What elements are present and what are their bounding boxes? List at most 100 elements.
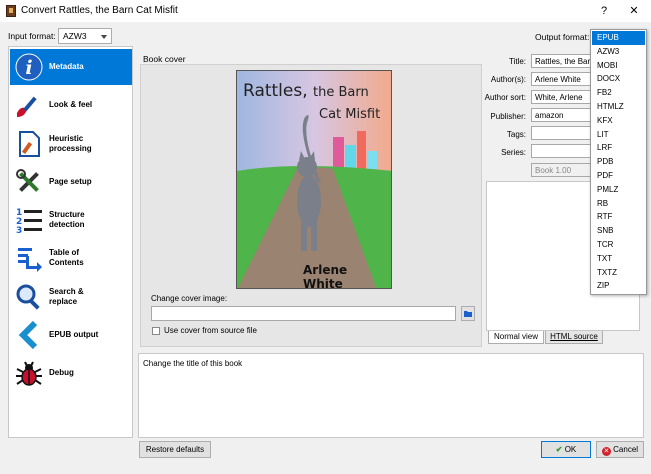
browse-cover-button[interactable] <box>461 306 475 321</box>
input-format-label: Input format: <box>8 31 56 41</box>
book-cover-image[interactable]: Rattles, the Barn Cat Misfit Arlene Whit… <box>236 70 392 289</box>
tab-html-source[interactable]: HTML source <box>545 331 603 344</box>
authors-value: Arlene White <box>535 75 581 84</box>
title-value: Rattles, the Barn <box>535 57 595 66</box>
book-cover-heading: Book cover <box>143 54 186 64</box>
publisher-label: Publisher: <box>490 112 526 121</box>
series-input[interactable] <box>531 144 591 158</box>
sidebar-item-label: Debug <box>49 368 74 377</box>
output-format-option[interactable]: AZW3 <box>592 45 645 59</box>
cancel-label: Cancel <box>613 445 639 454</box>
output-format-option[interactable]: EPUB <box>592 31 645 45</box>
page-setup-icon <box>15 168 43 196</box>
use-source-cover-label: Use cover from source file <box>164 326 257 335</box>
output-format-option[interactable]: LRF <box>592 141 645 155</box>
output-format-option[interactable]: TCR <box>592 238 645 252</box>
sidebar-item-page-setup[interactable]: Page setup <box>10 164 132 200</box>
output-format-option[interactable]: MOBI <box>592 59 645 73</box>
cover-author: Arlene White <box>303 263 348 289</box>
sidebar-item-look-feel[interactable]: Look & feel <box>10 87 132 123</box>
tab-normal-label: Normal view <box>493 332 538 341</box>
output-format-option[interactable]: RTF <box>592 210 645 224</box>
search-icon <box>15 283 43 311</box>
sidebar-item-label: Heuristic processing <box>49 134 92 153</box>
cancel-icon: ✕ <box>601 447 611 456</box>
heuristics-icon <box>15 130 43 158</box>
output-format-option[interactable]: SNB <box>592 224 645 238</box>
sidebar-item-structure[interactable]: 123 Structure detection <box>10 202 132 238</box>
sidebar-item-label: Structure detection <box>49 210 85 229</box>
ok-button[interactable]: ✔ OK <box>541 441 591 458</box>
output-format-option[interactable]: PMLZ <box>592 183 645 197</box>
bug-icon <box>15 359 43 387</box>
ok-label: OK <box>564 445 577 454</box>
author-sort-input[interactable]: White, Arlene <box>531 90 591 104</box>
author-sort-value: White, Arlene <box>535 93 583 102</box>
output-format-option[interactable]: ZIP <box>592 279 645 293</box>
sidebar-item-label: Metadata <box>49 62 84 71</box>
authors-label: Author(s): <box>490 75 526 84</box>
author-sort-label: Author sort: <box>484 93 526 102</box>
paintbrush-icon <box>15 91 43 119</box>
cover-title-line2: Cat Misfit <box>319 107 381 122</box>
title-input[interactable]: Rattles, the Barn <box>531 54 595 68</box>
input-format-select[interactable]: AZW3 <box>58 28 112 44</box>
info-icon: i <box>15 53 43 81</box>
calibre-app-icon <box>6 5 16 17</box>
output-format-option[interactable]: DOCX <box>592 72 645 86</box>
series-index-value: Book 1.00 <box>535 166 572 175</box>
sidebar-item-metadata[interactable]: i Metadata <box>10 49 132 85</box>
cancel-button[interactable]: ✕ Cancel <box>596 441 644 458</box>
help-text-panel: Change the title of this book <box>138 353 644 438</box>
publisher-input[interactable]: amazon <box>531 108 591 122</box>
change-cover-label: Change cover image: <box>151 294 228 303</box>
checkmark-icon: ✔ <box>555 445 563 454</box>
sidebar-item-toc[interactable]: Table of Contents <box>10 240 132 276</box>
sidebar: i Metadata Look & feel Heuristic process… <box>8 46 133 438</box>
output-format-option[interactable]: PDB <box>592 155 645 169</box>
sidebar-item-label: Look & feel <box>49 100 93 109</box>
cover-title-word: Rattles, <box>243 81 308 101</box>
tab-html-label: HTML source <box>550 332 598 341</box>
output-format-option[interactable]: TXTZ <box>592 266 645 280</box>
tags-input[interactable] <box>531 126 591 140</box>
output-format-option[interactable]: HTMLZ <box>592 100 645 114</box>
tags-label: Tags: <box>506 130 526 139</box>
sidebar-item-label: Search & replace <box>49 287 84 306</box>
window-title: Convert Rattles, the Barn Cat Misfit <box>21 5 178 16</box>
series-label: Series: <box>501 148 526 157</box>
tab-normal-view[interactable]: Normal view <box>488 331 544 344</box>
series-index-spinbox[interactable]: Book 1.00 <box>531 163 591 177</box>
help-text: Change the title of this book <box>143 359 243 368</box>
sidebar-item-heuristic[interactable]: Heuristic processing <box>10 126 132 162</box>
cover-title-rest: the Barn <box>313 85 369 100</box>
output-format-option[interactable]: RB <box>592 197 645 211</box>
svg-text:3: 3 <box>16 226 22 234</box>
chevron-down-icon <box>101 35 107 39</box>
title-bar: Convert Rattles, the Barn Cat Misfit ? ✕ <box>0 0 651 22</box>
output-format-option[interactable]: PDF <box>592 169 645 183</box>
output-format-option[interactable]: FB2 <box>592 86 645 100</box>
sidebar-item-label: Table of Contents <box>49 248 84 267</box>
sidebar-item-epub-output[interactable]: EPUB output <box>10 317 132 353</box>
close-button[interactable]: ✕ <box>625 3 643 19</box>
authors-input[interactable]: Arlene White <box>531 72 591 86</box>
input-format-value: AZW3 <box>63 31 87 41</box>
sidebar-item-label: EPUB output <box>49 330 99 339</box>
use-source-cover-checkbox[interactable] <box>152 327 160 335</box>
sidebar-item-debug[interactable]: Debug <box>10 355 132 391</box>
title-label: Title: <box>508 57 526 66</box>
output-format-dropdown[interactable]: EPUB AZW3 MOBI DOCX FB2 HTMLZ KFX LIT LR… <box>590 29 647 295</box>
svg-text:i: i <box>25 57 32 79</box>
output-format-option[interactable]: LIT <box>592 128 645 142</box>
back-arrow-icon <box>15 320 43 350</box>
restore-defaults-button[interactable]: Restore defaults <box>139 441 211 458</box>
structure-icon: 123 <box>15 206 43 236</box>
output-format-label: Output format: <box>535 32 590 42</box>
help-button[interactable]: ? <box>595 3 613 19</box>
sidebar-item-search-replace[interactable]: Search & replace <box>10 279 132 315</box>
output-format-option[interactable]: TXT <box>592 252 645 266</box>
output-format-option[interactable]: KFX <box>592 114 645 128</box>
change-cover-input[interactable] <box>151 306 456 321</box>
publisher-value: amazon <box>535 111 564 120</box>
